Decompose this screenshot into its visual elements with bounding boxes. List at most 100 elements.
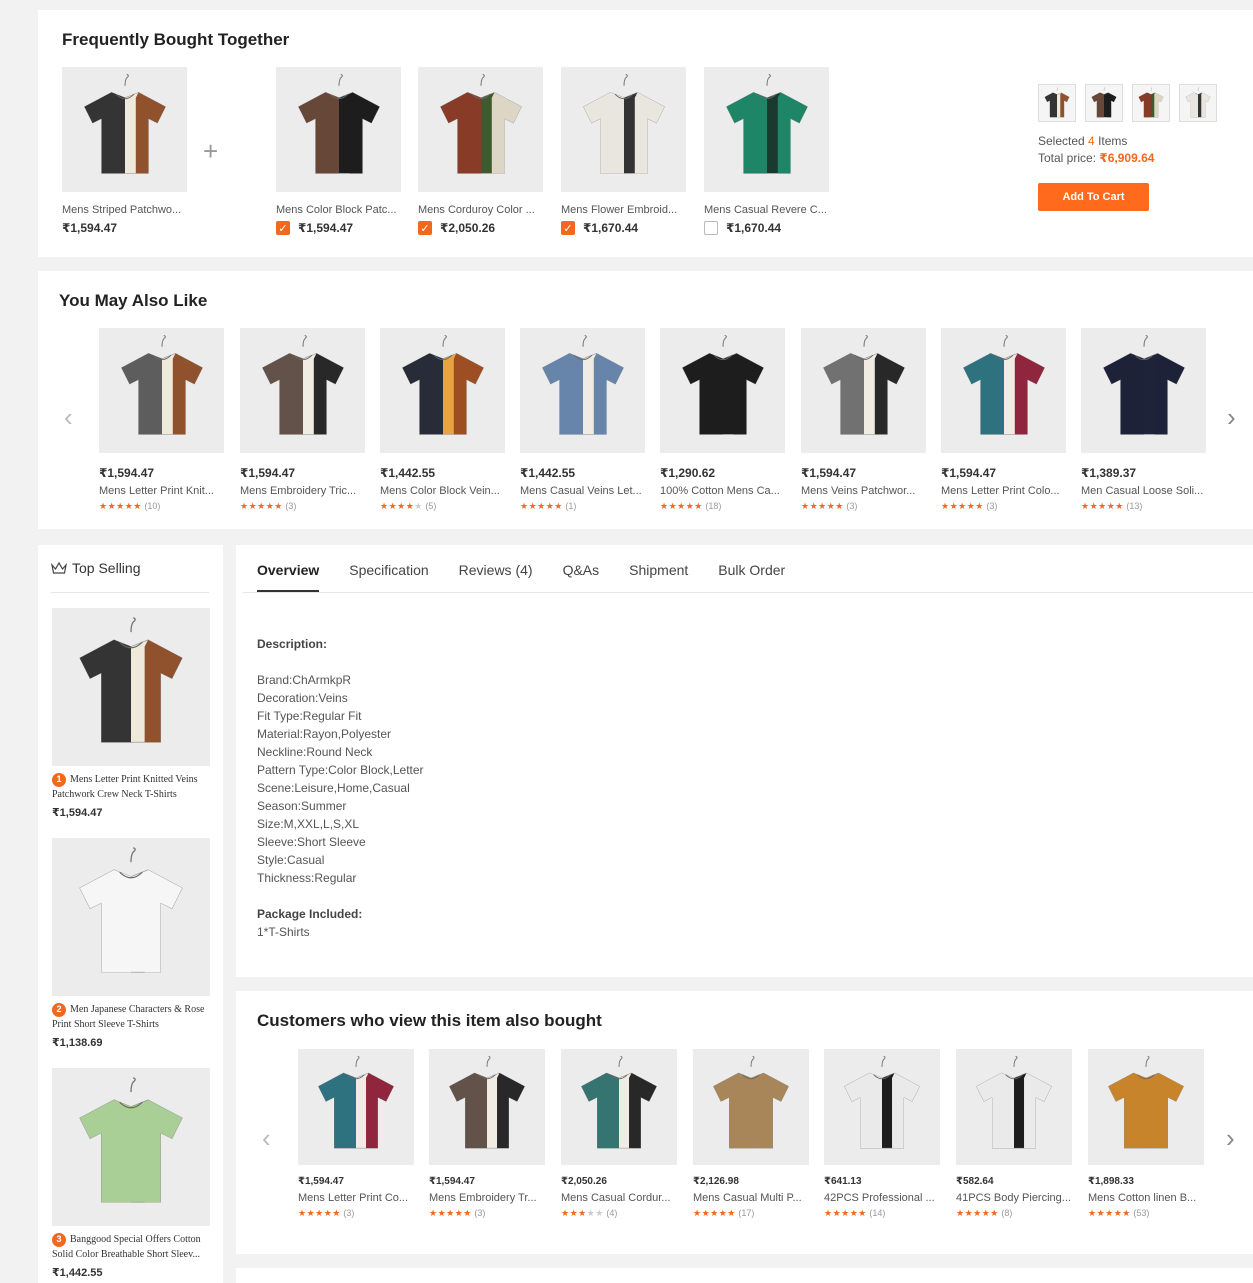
product-name[interactable]: Mens Letter Print Colo... <box>941 485 1066 497</box>
product-checkbox[interactable]: ✓ <box>418 221 432 235</box>
product-checkbox[interactable]: ✓ <box>561 221 575 235</box>
top-selling-item[interactable]: 1 Mens Letter Print Knitted Veins Patchwo… <box>52 608 210 819</box>
add-to-cart-button[interactable]: Add To Cart <box>1038 183 1149 211</box>
product-image[interactable] <box>99 328 224 453</box>
product-image[interactable] <box>240 328 365 453</box>
carousel-prev-icon[interactable]: ‹ <box>64 402 73 433</box>
selected-thumbnail[interactable] <box>1085 84 1123 122</box>
product-card[interactable]: ₹1,594.47 Mens Letter Print Colo... ★★★★… <box>941 328 1066 512</box>
product-image[interactable] <box>704 67 829 192</box>
selected-thumbnail[interactable] <box>1179 84 1217 122</box>
product-name[interactable]: Mens Color Block Patc... <box>276 204 401 216</box>
product-image[interactable] <box>561 67 686 192</box>
product-name[interactable]: 1 Mens Letter Print Knitted Veins Patchwo… <box>52 772 210 802</box>
product-card[interactable]: ₹1,594.47 Mens Embroidery Tr... ★★★★★ (3… <box>429 1049 545 1219</box>
tab-shipment[interactable]: Shipment <box>629 562 688 592</box>
product-card[interactable]: ₹1,442.55 Mens Casual Veins Let... ★★★★★… <box>520 328 645 512</box>
product-price: ₹1,898.33 <box>1088 1176 1134 1187</box>
product-name[interactable]: Mens Casual Revere C... <box>704 204 829 216</box>
product-card[interactable]: ₹1,594.47 Mens Embroidery Tric... ★★★★★ … <box>240 328 365 512</box>
product-name[interactable]: Mens Corduroy Color ... <box>418 204 543 216</box>
tab-qas[interactable]: Q&As <box>563 562 600 592</box>
product-name[interactable]: Mens Embroidery Tr... <box>429 1192 545 1204</box>
review-count: (5) <box>425 501 437 511</box>
product-image[interactable] <box>52 1068 210 1226</box>
hanger-icon <box>1013 1055 1018 1067</box>
product-price: ₹582.64 <box>956 1176 994 1187</box>
product-image[interactable] <box>298 1049 414 1165</box>
top-selling-item[interactable]: 3 Banggood Special Offers Cotton Solid Co… <box>52 1068 210 1279</box>
product-price: ₹1,594.47 <box>941 466 997 480</box>
product-image[interactable] <box>520 328 645 453</box>
product-checkbox[interactable]: ✓ <box>276 221 290 235</box>
tab-specification[interactable]: Specification <box>349 562 428 592</box>
product-card[interactable]: ₹1,290.62 100% Cotton Mens Ca... ★★★★★ (… <box>660 328 785 512</box>
product-name[interactable]: 2 Men Japanese Characters & Rose Print Sh… <box>52 1002 210 1032</box>
product-price: ₹1,442.55 <box>520 466 576 480</box>
product-image[interactable] <box>276 67 401 192</box>
selected-thumbnail[interactable] <box>1132 84 1170 122</box>
product-image[interactable] <box>52 608 210 766</box>
product-name[interactable]: Men Casual Loose Soli... <box>1081 485 1206 497</box>
product-image[interactable] <box>52 838 210 996</box>
tab-reviews[interactable]: Reviews (4) <box>459 562 533 592</box>
fbt-product[interactable]: Mens Flower Embroid... ✓ ₹1,670.44 <box>561 67 686 235</box>
review-count: (3) <box>343 1208 355 1218</box>
product-name[interactable]: Mens Cotton linen B... <box>1088 1192 1204 1204</box>
fbt-product[interactable]: Mens Corduroy Color ... ✓ ₹2,050.26 <box>418 67 543 235</box>
tab-bulk-order[interactable]: Bulk Order <box>718 562 785 592</box>
product-image[interactable] <box>693 1049 809 1165</box>
carousel-next-icon[interactable]: › <box>1227 402 1236 433</box>
carousel-next-icon[interactable]: › <box>1226 1123 1235 1154</box>
product-name[interactable]: Mens Letter Print Co... <box>298 1192 414 1204</box>
product-image[interactable] <box>429 1049 545 1165</box>
product-name[interactable]: Mens Casual Veins Let... <box>520 485 645 497</box>
product-image[interactable] <box>1088 1049 1204 1165</box>
product-image[interactable] <box>1081 328 1206 453</box>
fbt-product[interactable]: Mens Casual Revere C... ₹1,670.44 <box>704 67 829 235</box>
product-card[interactable]: ₹1,898.33 Mens Cotton linen B... ★★★★★ (… <box>1088 1049 1204 1219</box>
hanger-icon <box>1002 335 1008 348</box>
product-card[interactable]: ₹1,594.47 Mens Veins Patchwor... ★★★★★ (… <box>801 328 926 512</box>
product-image[interactable] <box>62 67 187 192</box>
carousel-prev-icon[interactable]: ‹ <box>262 1123 271 1154</box>
product-checkbox[interactable] <box>704 221 718 235</box>
product-name[interactable]: 42PCS Professional ... <box>824 1192 940 1204</box>
fbt-product[interactable]: Mens Color Block Patc... ✓ ₹1,594.47 <box>276 67 401 235</box>
selected-thumbnail[interactable] <box>1038 84 1076 122</box>
product-name[interactable]: 41PCS Body Piercing... <box>956 1192 1072 1204</box>
product-name[interactable]: Mens Embroidery Tric... <box>240 485 365 497</box>
product-name[interactable]: Mens Color Block Vein... <box>380 485 505 497</box>
product-name[interactable]: 100% Cotton Mens Ca... <box>660 485 785 497</box>
product-name[interactable]: 3 Banggood Special Offers Cotton Solid Co… <box>52 1232 210 1262</box>
product-name[interactable]: Mens Casual Multi P... <box>693 1192 809 1204</box>
product-image[interactable] <box>956 1049 1072 1165</box>
hanger-icon <box>1145 1055 1150 1067</box>
tab-overview[interactable]: Overview <box>257 562 320 592</box>
product-card[interactable]: ₹1,389.37 Men Casual Loose Soli... ★★★★★… <box>1081 328 1206 512</box>
product-name-text: Mens Letter Print Knitted Veins Patchwor… <box>52 774 198 800</box>
product-card[interactable]: ₹1,594.47 Mens Letter Print Knit... ★★★★… <box>99 328 224 512</box>
product-name[interactable]: Mens Flower Embroid... <box>561 204 686 216</box>
product-card[interactable]: ₹641.13 42PCS Professional ... ★★★★★ (14… <box>824 1049 940 1219</box>
product-card[interactable]: ₹1,594.47 Mens Letter Print Co... ★★★★★ … <box>298 1049 414 1219</box>
review-count: (14) <box>869 1208 886 1218</box>
product-card[interactable]: ₹2,050.26 Mens Casual Cordur... ★★★★★ (4… <box>561 1049 677 1219</box>
product-image[interactable] <box>418 67 543 192</box>
product-name[interactable]: Mens Striped Patchwo... <box>62 204 187 216</box>
product-image[interactable] <box>824 1049 940 1165</box>
fbt-main-product[interactable]: Mens Striped Patchwo... ₹1,594.47 <box>62 67 187 235</box>
product-image[interactable] <box>941 328 1066 453</box>
product-price: ₹1,670.44 <box>583 221 639 235</box>
product-card[interactable]: ₹582.64 41PCS Body Piercing... ★★★★★ (8) <box>956 1049 1072 1219</box>
product-image[interactable] <box>801 328 926 453</box>
product-card[interactable]: ₹2,126.98 Mens Casual Multi P... ★★★★★ (… <box>693 1049 809 1219</box>
product-name[interactable]: Mens Letter Print Knit... <box>99 485 224 497</box>
product-name[interactable]: Mens Casual Cordur... <box>561 1192 677 1204</box>
product-name[interactable]: Mens Veins Patchwor... <box>801 485 926 497</box>
product-image[interactable] <box>660 328 785 453</box>
top-selling-item[interactable]: 2 Men Japanese Characters & Rose Print Sh… <box>52 838 210 1049</box>
product-image[interactable] <box>561 1049 677 1165</box>
product-image[interactable] <box>380 328 505 453</box>
product-card[interactable]: ₹1,442.55 Mens Color Block Vein... ★★★★★… <box>380 328 505 512</box>
